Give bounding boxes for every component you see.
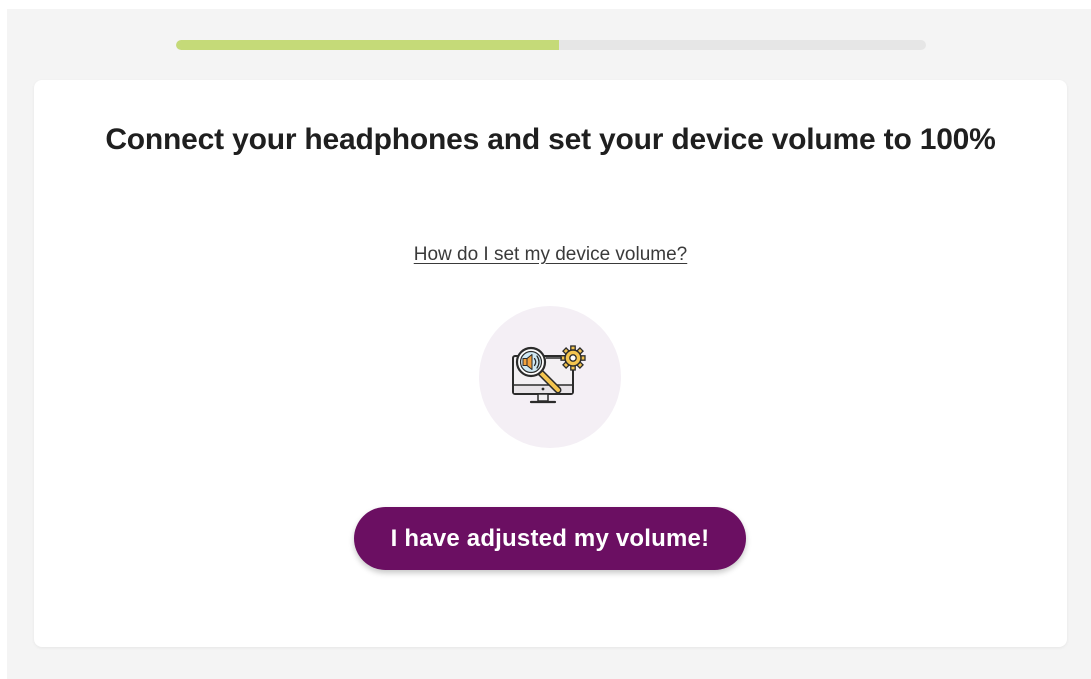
volume-adjusted-button[interactable]: I have adjusted my volume! — [354, 507, 746, 570]
help-link-container: How do I set my device volume? — [34, 243, 1067, 267]
volume-illustration — [479, 306, 621, 448]
page-background: Connect your headphones and set your dev… — [7, 9, 1091, 679]
progress-bar — [176, 40, 926, 50]
speaker-magnifier-gear-monitor-icon — [512, 345, 586, 404]
device-volume-help-link[interactable]: How do I set my device volume? — [414, 244, 688, 265]
progress-bar-fill — [176, 40, 559, 50]
page-title: Connect your headphones and set your dev… — [105, 123, 996, 156]
volume-check-card: Connect your headphones and set your dev… — [34, 80, 1067, 647]
